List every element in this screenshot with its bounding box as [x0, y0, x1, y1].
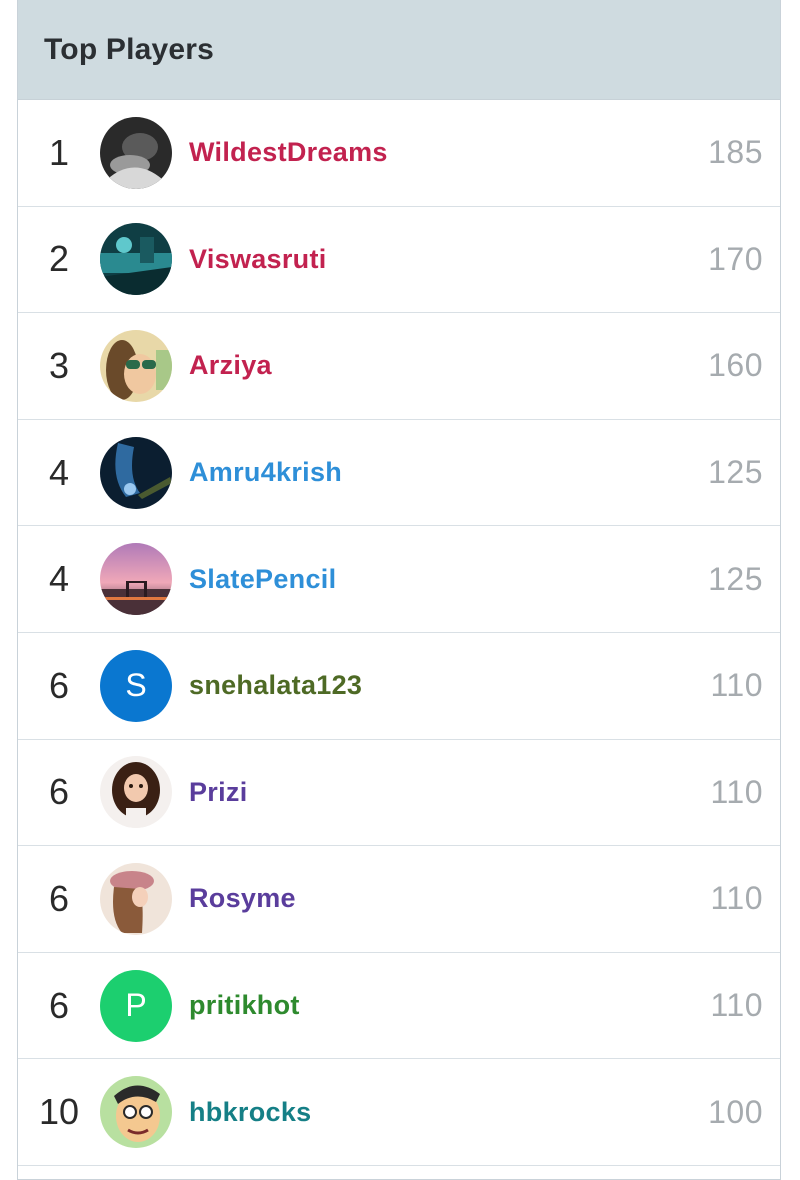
avatar-image: [100, 329, 172, 402]
leaderboard-row[interactable]: 6 Rosyme 110: [18, 846, 780, 953]
player-score: 110: [710, 880, 763, 917]
player-name-link[interactable]: Rosyme: [189, 883, 296, 914]
avatar-image: [100, 1076, 172, 1149]
rank-number: 10: [38, 1091, 80, 1133]
player-score: 160: [708, 347, 763, 384]
avatar-letter: S: [125, 667, 147, 704]
leaderboard-row[interactable]: 10 hbkrocks 100: [18, 1059, 780, 1166]
avatar[interactable]: [100, 1076, 172, 1149]
avatar[interactable]: [100, 543, 172, 616]
avatar-image: [100, 436, 172, 509]
player-name-link[interactable]: Viswasruti: [189, 244, 327, 275]
avatar[interactable]: [100, 223, 172, 296]
avatar-image: [100, 543, 172, 616]
player-score: 185: [708, 134, 763, 171]
player-score: 100: [708, 1093, 763, 1130]
player-name-link[interactable]: hbkrocks: [189, 1097, 311, 1128]
avatar[interactable]: [100, 862, 172, 935]
rank-number: 4: [48, 558, 70, 600]
player-name-link[interactable]: pritikhot: [189, 990, 300, 1021]
player-name-link[interactable]: Amru4krish: [189, 457, 342, 488]
avatar-image: [100, 756, 172, 829]
player-name-link[interactable]: SlatePencil: [189, 564, 336, 595]
player-name-link[interactable]: Prizi: [189, 777, 248, 808]
leaderboard-row[interactable]: 6 Prizi 110: [18, 740, 780, 847]
rank-number: 1: [48, 131, 70, 173]
rank-number: 2: [48, 238, 70, 280]
leaderboard-row[interactable]: 2 Viswasruti 170: [18, 207, 780, 314]
leaderboard-row[interactable]: 6 P pritikhot 110: [18, 953, 780, 1060]
player-name-link[interactable]: Arziya: [189, 350, 272, 381]
leaderboard-list: 1 WildestDreams 185 2 Viswasruti 170 3 A…: [18, 100, 780, 1166]
panel-title: Top Players: [44, 32, 215, 66]
leaderboard-row[interactable]: 4 Amru4krish 125: [18, 420, 780, 527]
player-score: 125: [708, 454, 763, 491]
player-score: 110: [710, 773, 763, 810]
leaderboard-row[interactable]: 6 S snehalata123 110: [18, 633, 780, 740]
avatar[interactable]: [100, 436, 172, 509]
rank-number: 6: [48, 877, 70, 919]
leaderboard-row[interactable]: 3 Arziya 160: [18, 313, 780, 420]
rank-number: 6: [48, 984, 70, 1026]
player-score: 110: [710, 987, 763, 1024]
panel-header: Top Players: [18, 0, 780, 100]
player-name-link[interactable]: WildestDreams: [189, 137, 388, 168]
player-score: 125: [708, 560, 763, 597]
avatar[interactable]: [100, 329, 172, 402]
avatar-image: [100, 116, 172, 189]
rank-number: 4: [48, 451, 70, 493]
rank-number: 6: [48, 771, 70, 813]
rank-number: 6: [48, 664, 70, 706]
avatar[interactable]: [100, 116, 172, 189]
player-name-link[interactable]: snehalata123: [189, 670, 362, 701]
avatar-image: [100, 862, 172, 935]
top-players-panel: Top Players 1 WildestDreams 185 2 Viswas…: [17, 0, 781, 1180]
avatar[interactable]: [100, 756, 172, 829]
avatar-image: [100, 223, 172, 296]
leaderboard-row[interactable]: 1 WildestDreams 185: [18, 100, 780, 207]
avatar-letter: P: [125, 987, 147, 1024]
player-score: 110: [710, 667, 763, 704]
avatar[interactable]: S: [100, 649, 172, 722]
avatar[interactable]: P: [100, 969, 172, 1042]
player-score: 170: [708, 240, 763, 277]
leaderboard-row[interactable]: 4 SlatePencil 125: [18, 526, 780, 633]
rank-number: 3: [48, 344, 70, 386]
